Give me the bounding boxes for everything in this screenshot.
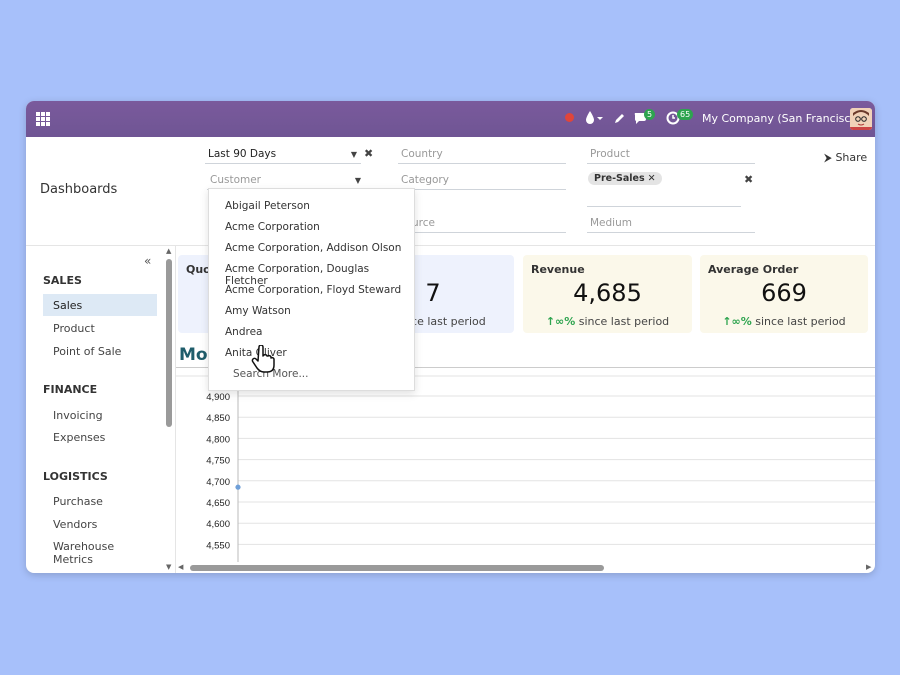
medium-field[interactable]: Medium bbox=[587, 213, 755, 233]
breadcrumb: Dashboards bbox=[40, 182, 118, 197]
sidebar-section-finance: FINANCE bbox=[43, 383, 98, 396]
y-tick-label: 4,750 bbox=[206, 456, 230, 467]
kpi-delta-text: since last period bbox=[755, 315, 846, 328]
trend-up-icon: ↑∞% bbox=[722, 315, 752, 328]
dropdown-option[interactable]: Acme Corporation, Addison Olson bbox=[225, 242, 401, 254]
dropdown-option[interactable]: Acme Corporation, Floyd Steward bbox=[225, 284, 401, 296]
date-filter[interactable]: Last 90 Days ▼ bbox=[205, 144, 361, 164]
sidebar-item-warehouse-metrics[interactable]: Warehouse Metrics bbox=[43, 535, 157, 566]
share-button[interactable]: ⮞ Share bbox=[824, 151, 867, 165]
y-tick-label: 4,700 bbox=[206, 477, 230, 488]
sidebar-item-point-of-sale[interactable]: Point of Sale bbox=[43, 340, 157, 362]
source-placeholder: urce bbox=[412, 217, 435, 229]
product-tag-label: Pre-Sales bbox=[594, 173, 645, 184]
share-icon: ⮞ bbox=[824, 151, 832, 164]
sidebar-section-logistics: LOGISTICS bbox=[43, 470, 108, 483]
dropdown-option[interactable]: Acme Corporation bbox=[225, 221, 320, 233]
sidebar-item-purchase[interactable]: Purchase bbox=[43, 490, 157, 512]
share-label: Share bbox=[835, 151, 868, 164]
sidebar-item-sales[interactable]: Sales bbox=[43, 294, 157, 316]
chevron-down-icon: ▼ bbox=[350, 150, 357, 159]
product-placeholder: Product bbox=[590, 148, 630, 160]
vertical-scrollbar[interactable] bbox=[166, 259, 172, 427]
hand-cursor-icon bbox=[251, 344, 275, 377]
kpi-value: 4,685 bbox=[573, 279, 642, 307]
clear-date-icon[interactable]: ✖ bbox=[364, 147, 373, 160]
sidebar: « SALES Sales Product Point of Sale FINA… bbox=[26, 246, 176, 573]
customer-dropdown: Abigail Peterson Acme Corporation Acme C… bbox=[208, 188, 415, 391]
product-tag: Pre-Sales ✕ bbox=[588, 172, 662, 185]
kpi-delta-text: since last period bbox=[578, 315, 670, 328]
kpi-card-revenue[interactable]: Revenue 4,685 ↑∞% since last period bbox=[523, 255, 692, 333]
product-field[interactable]: Product bbox=[587, 144, 755, 164]
kpi-card-average-order[interactable]: Average Order 669 ↑∞% since last period bbox=[700, 255, 868, 333]
sidebar-section-sales: SALES bbox=[43, 274, 82, 287]
line-chart: 4,900 4,850 4,800 4,750 4,700 4,650 4,600 4,550 bbox=[176, 372, 875, 562]
edit-icon[interactable] bbox=[614, 112, 626, 127]
sidebar-item-product[interactable]: Product bbox=[43, 317, 157, 339]
data-point bbox=[235, 484, 241, 490]
dropdown-option[interactable]: Amy Watson bbox=[225, 305, 291, 317]
kpi-value: 669 bbox=[761, 279, 807, 307]
chevron-down-icon: ▼ bbox=[354, 176, 361, 185]
sidebar-item-expenses[interactable]: Expenses bbox=[43, 426, 157, 448]
trend-up-icon: ↑∞% bbox=[545, 315, 576, 328]
source-field[interactable]: urce bbox=[398, 213, 566, 233]
y-tick-label: 4,650 bbox=[206, 498, 230, 509]
kpi-title: Average Order bbox=[708, 263, 799, 276]
app-window: 5 65 My Company (San Francisco) Dashboar… bbox=[26, 101, 875, 573]
kpi-delta: ince last period bbox=[401, 315, 486, 328]
remove-tag-icon[interactable]: ✕ bbox=[648, 173, 656, 184]
kpi-delta: ↑∞% since last period bbox=[700, 315, 868, 328]
sidebar-item-vendors[interactable]: Vendors bbox=[43, 513, 157, 535]
country-field[interactable]: Country bbox=[398, 144, 566, 164]
y-tick-label: 4,600 bbox=[206, 519, 230, 530]
scroll-right-icon[interactable]: ▶ bbox=[866, 563, 871, 571]
category-field[interactable]: Category bbox=[398, 170, 566, 190]
sidebar-item-invoicing[interactable]: Invoicing bbox=[43, 404, 157, 426]
scroll-up-icon[interactable]: ▲ bbox=[166, 247, 171, 255]
kpi-delta: ↑∞% since last period bbox=[523, 315, 692, 328]
customer-field[interactable]: Customer ▼ bbox=[207, 170, 365, 190]
chat-badge: 5 bbox=[644, 109, 656, 120]
horizontal-scrollbar[interactable] bbox=[190, 565, 604, 571]
avatar[interactable] bbox=[850, 108, 872, 130]
apps-icon[interactable] bbox=[36, 112, 50, 126]
clear-product-icon[interactable]: ✖ bbox=[744, 173, 753, 186]
drop-icon[interactable] bbox=[585, 110, 603, 129]
scroll-down-icon[interactable]: ▼ bbox=[166, 563, 171, 571]
control-panel: Dashboards ⮞ Share Last 90 Days ▼ ✖ Cust… bbox=[26, 137, 875, 246]
scroll-left-icon[interactable]: ◀ bbox=[178, 563, 183, 571]
y-tick-label: 4,900 bbox=[206, 392, 230, 403]
dropdown-option[interactable]: Andrea bbox=[225, 326, 262, 338]
y-tick-label: 4,550 bbox=[206, 540, 230, 551]
date-filter-value: Last 90 Days bbox=[208, 148, 277, 160]
top-navbar: 5 65 My Company (San Francisco) bbox=[26, 101, 875, 137]
dropdown-option[interactable]: Abigail Peterson bbox=[225, 200, 310, 212]
product-tags-field[interactable] bbox=[587, 187, 741, 207]
record-icon[interactable] bbox=[565, 113, 574, 122]
y-tick-label: 4,850 bbox=[206, 413, 230, 424]
customer-placeholder: Customer bbox=[210, 174, 262, 186]
company-switcher[interactable]: My Company (San Francisco) bbox=[702, 112, 861, 125]
medium-placeholder: Medium bbox=[590, 217, 632, 229]
y-tick-label: 4,800 bbox=[206, 434, 230, 445]
collapse-sidebar-icon[interactable]: « bbox=[144, 254, 151, 268]
country-placeholder: Country bbox=[401, 148, 443, 160]
activity-badge: 65 bbox=[677, 109, 694, 120]
category-placeholder: Category bbox=[401, 174, 449, 186]
kpi-title: Revenue bbox=[531, 263, 585, 276]
